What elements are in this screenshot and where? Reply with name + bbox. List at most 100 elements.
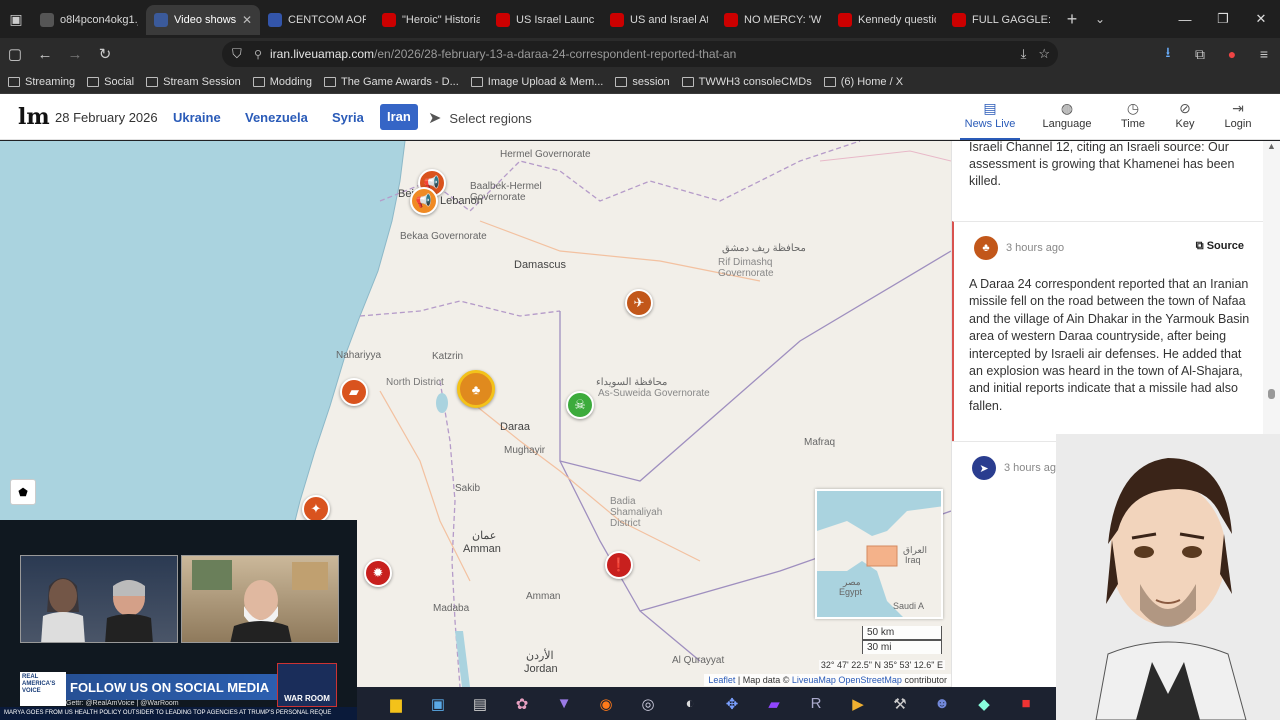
twitch-icon[interactable]: ▰ [753,695,795,713]
bookmark-item[interactable]: Streaming [8,76,75,88]
discord-icon[interactable]: ☻ [921,695,963,712]
browser-tab[interactable]: CENTCOM AOR [260,5,374,35]
site-info-icon[interactable]: ⚲ [254,48,270,61]
news-time: 3 hours ago [1004,462,1063,474]
source-link[interactable]: ⧉ Source [1196,240,1244,253]
map-marker-missile-icon[interactable]: ❗ [605,551,633,579]
url-host: iran.liveuamap.com [270,47,375,61]
map-marker-airplane-icon[interactable]: ✈ [625,289,653,317]
extensions-icon[interactable]: ⧉ [1184,46,1216,63]
notepad-icon[interactable]: ▤ [459,695,501,713]
app-icon[interactable]: ◆ [963,695,1005,713]
menu-icon[interactable]: ≡ [1248,46,1280,62]
region-venezuela[interactable]: Venezuela [245,110,308,125]
download-icon[interactable]: ⭳ [1152,42,1184,66]
map-marker-tank-icon[interactable]: ▰ [340,378,368,406]
bookmark-item[interactable]: The Game Awards - D... [323,76,459,88]
browser-tab[interactable]: Kennedy question [830,5,944,35]
map-layer-button[interactable]: ⬟ [10,479,36,505]
browser-tab[interactable]: US Israel Launch J [488,5,602,35]
reload-icon[interactable]: ↻ [90,39,120,69]
nav-login[interactable]: ⇥ Login [1208,100,1268,130]
map-marker-warning-icon[interactable]: ✦ [302,495,330,523]
bookmark-item[interactable]: session [615,76,670,88]
bookmark-item[interactable]: Stream Session [146,76,241,88]
vpn-icon[interactable]: ▼ [543,695,585,712]
bookmark-item[interactable]: TWWH3 consoleCMDs [681,75,812,88]
forward-icon[interactable]: → [60,39,90,69]
photos-icon[interactable]: ▣ [417,695,459,713]
previous-news-text[interactable]: Israeli Channel 12, citing an Israeli so… [969,141,1249,190]
date-label[interactable]: 28 February 2026 [55,110,158,125]
bookmark-item[interactable]: Social [87,76,134,88]
nav-language[interactable]: ◍ Language [1037,100,1097,130]
back-icon[interactable]: ← [30,39,60,69]
rsi-icon[interactable]: R [795,695,837,712]
browser-tab[interactable]: o8l4pcon4okg1.jpeg ( [32,5,146,35]
region-ukraine[interactable]: Ukraine [173,110,221,125]
osm-link[interactable]: LiveuaMap OpenStreetMap [792,675,902,685]
bookmark-item[interactable]: (6) Home / X [823,76,903,88]
select-regions-label: Select regions [449,110,532,126]
firefox-icon[interactable]: ◉ [585,695,627,713]
address-bar[interactable]: ⛉ ⚲ iran.liveuamap.com/en/2026/28-februa… [222,41,1058,67]
airplane-icon: ➤ [972,456,996,480]
close-window-icon[interactable]: ✕ [1242,0,1280,38]
minimize-icon[interactable]: — [1166,0,1204,38]
bookmark-label: TWWH3 consoleCMDs [698,75,812,88]
mini-map[interactable]: العراق Iraq مصر Egypt Saudi A [815,489,943,619]
restore-icon[interactable]: ❐ [1204,0,1242,38]
bookmark-item[interactable]: Modding [252,76,312,88]
scroll-up-icon[interactable]: ▲ [1263,141,1280,151]
obs-icon[interactable]: ◐ [669,695,711,712]
app-icon[interactable]: ■ [1005,695,1047,712]
map-marker-fire-icon[interactable]: ✹ [364,559,392,587]
steam-icon[interactable]: ◎ [627,695,669,713]
scale-km: 50 km [862,626,942,640]
label-katzrin: Katzrin [432,351,464,362]
news-text[interactable]: A Daraa 24 correspondent reported that a… [969,276,1251,415]
browser-tab[interactable]: FULL GAGGLE: Ru [944,5,1058,35]
shield-icon[interactable]: ⛉ [232,46,254,62]
browser-tab[interactable]: "Heroic" Historian [374,5,488,35]
media-icon[interactable]: ▶ [837,695,879,713]
tab-menu-icon[interactable]: ▣ [0,0,32,38]
browser-toolbar: ▢ ← → ↻ ⛉ ⚲ iran.liveuamap.com/en/2026/2… [0,38,1280,70]
tab-list-chevron-icon[interactable]: ⌄ [1086,12,1114,26]
tool-icon[interactable]: ⚒ [879,695,921,713]
tab-favicon-icon [952,13,966,27]
app-icon[interactable]: ✿ [501,695,543,713]
leaflet-link[interactable]: Leaflet [708,675,735,685]
profile-icon[interactable]: ● [1216,46,1248,62]
url-path: /en/2026/28-february-13-a-daraa-24-corre… [374,47,737,61]
nav-news-live[interactable]: ▤ News Live [960,100,1020,140]
map-marker-megaphone-icon[interactable]: 📢 [410,187,438,215]
select-regions-button[interactable]: ➤ Select regions [428,108,532,128]
social-handle: Gettr: @RealAmVoice | @WarRoom [66,700,179,707]
bookmark-star-icon[interactable]: ☆ [1038,46,1050,62]
browser-tab[interactable]: Video shows fc ✕ [146,5,260,35]
map-marker-skull-icon[interactable]: ☠ [566,391,594,419]
vtuber-avatar [1056,434,1280,720]
language-icon: ◍ [1060,100,1074,116]
missile-impact-icon: ♣ [974,236,998,260]
label-hermel: Hermel Governorate [500,149,591,160]
nav-time[interactable]: ◷ Time [1103,100,1163,130]
browser-tab[interactable]: NO MERCY: 'Why [716,5,830,35]
scroll-thumb[interactable] [1268,389,1275,399]
site-logo[interactable]: lm [18,104,50,130]
app-icon[interactable]: ✥ [711,695,753,713]
install-app-icon[interactable]: ⤓ [1021,46,1027,62]
nav-key[interactable]: ⊘ Key [1155,100,1215,130]
bookmark-item[interactable]: Image Upload & Mem... [470,76,603,88]
tab-label: US and Israel Atta [630,14,708,26]
tab-close-icon[interactable]: ✕ [242,13,252,27]
file-explorer-icon[interactable]: ▆ [375,695,417,713]
sidebar-icon[interactable]: ▢ [0,39,30,69]
news-item[interactable]: ♣ 3 hours ago ⧉ Source A Daraa 24 corres… [952,221,1263,441]
map-marker-explosion-icon[interactable]: ♣ [457,370,495,408]
region-syria[interactable]: Syria [332,110,364,125]
browser-tab[interactable]: US and Israel Atta [602,5,716,35]
region-iran[interactable]: Iran [380,104,418,130]
new-tab-button[interactable]: + [1058,9,1086,30]
